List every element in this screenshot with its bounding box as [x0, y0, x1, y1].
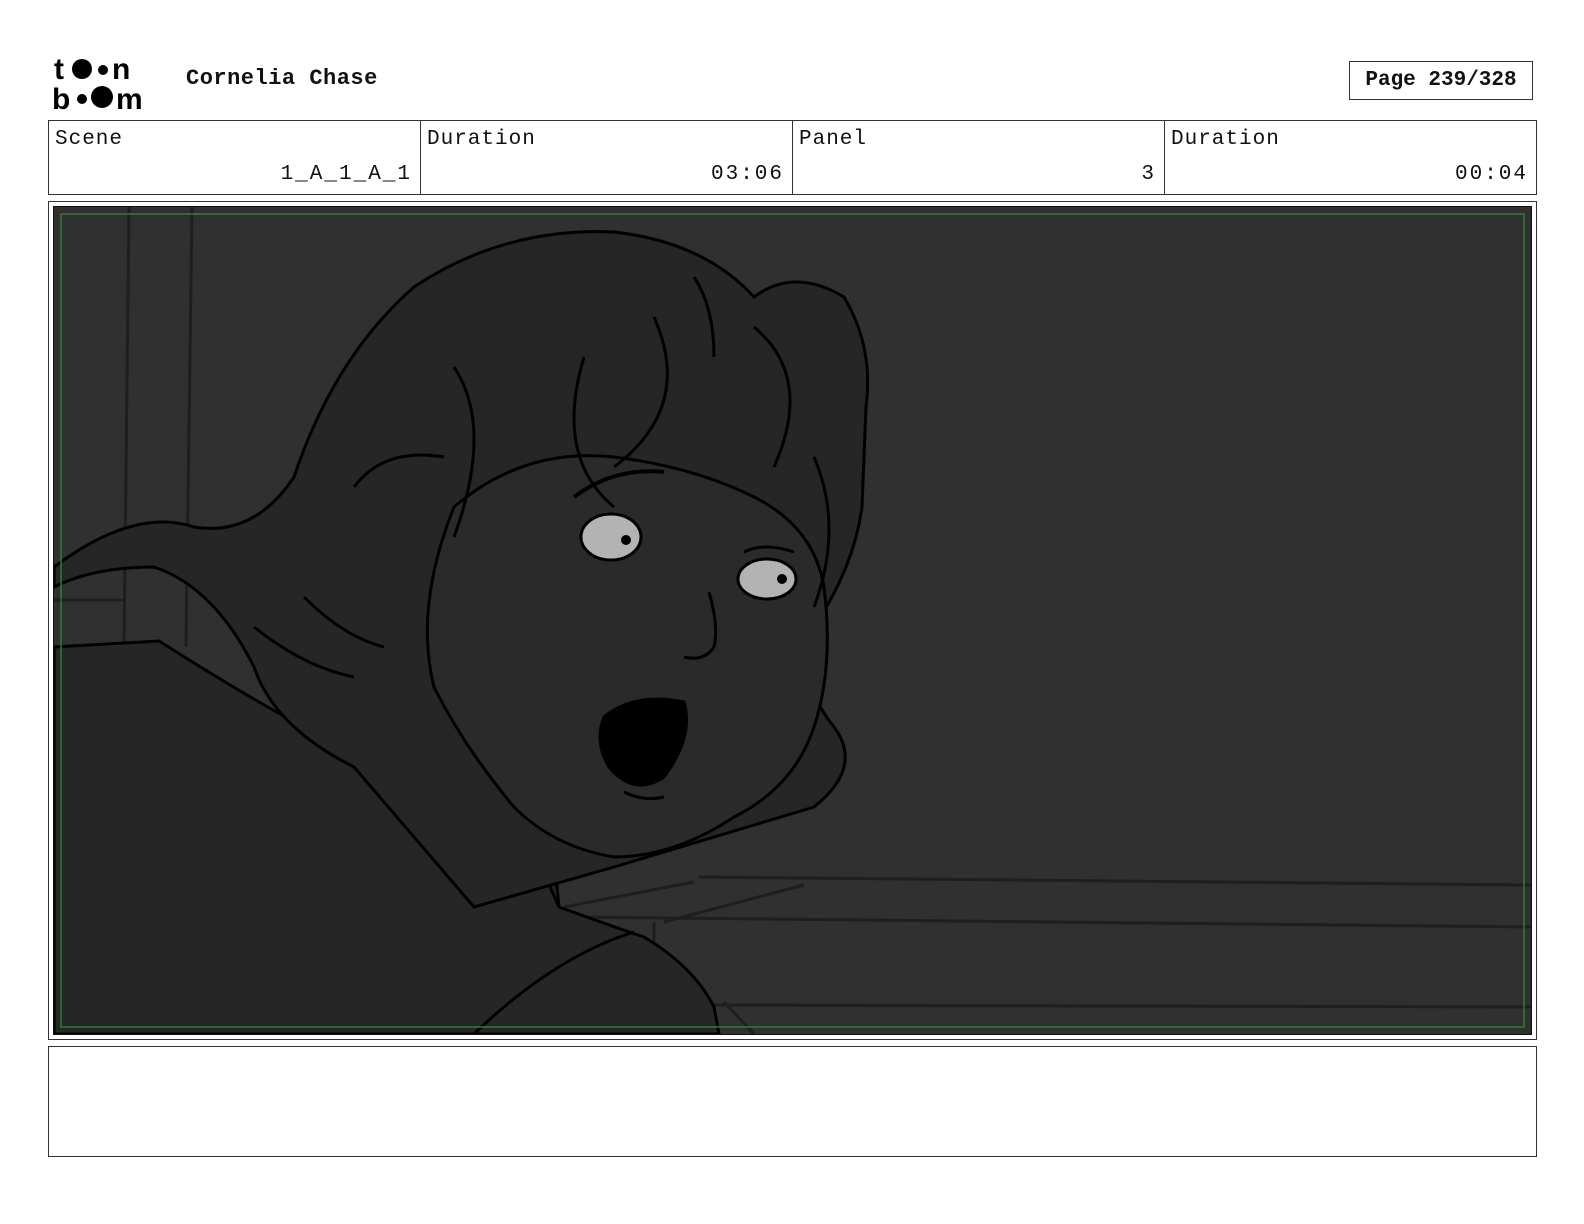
panel-cell: Panel 3 — [793, 121, 1165, 194]
panel-label: Panel — [799, 128, 868, 151]
svg-text:m: m — [116, 83, 143, 112]
panel-drawing — [53, 206, 1532, 1035]
panel-notes-text — [49, 1047, 1536, 1063]
svg-text:t: t — [54, 53, 64, 86]
panel-value: 3 — [1141, 163, 1156, 186]
svg-text:b: b — [52, 83, 70, 112]
svg-text:n: n — [112, 53, 130, 86]
panel-duration-value: 00:04 — [1454, 163, 1528, 186]
scene-duration-value: 03:06 — [710, 163, 784, 186]
storyboard-sketch — [54, 207, 1531, 1034]
toonboom-logo: t n b m — [52, 53, 143, 112]
page-number: Page 239/328 — [1349, 61, 1533, 100]
panel-frame — [48, 201, 1537, 1040]
scene-cell: Scene 1_A_1_A_1 — [49, 121, 421, 194]
scene-value: 1_A_1_A_1 — [280, 163, 412, 186]
panel-duration-label: Duration — [1171, 128, 1280, 151]
scene-duration-label: Duration — [427, 128, 536, 151]
scene-label: Scene — [55, 128, 124, 151]
scene-duration-cell: Duration 03:06 — [421, 121, 793, 194]
panel-duration-cell: Duration 00:04 — [1165, 121, 1536, 194]
project-title: Cornelia Chase — [186, 66, 378, 91]
scene-info-table: Scene 1_A_1_A_1 Duration 03:06 Panel 3 D… — [48, 120, 1537, 195]
panel-notes-box — [48, 1046, 1537, 1157]
